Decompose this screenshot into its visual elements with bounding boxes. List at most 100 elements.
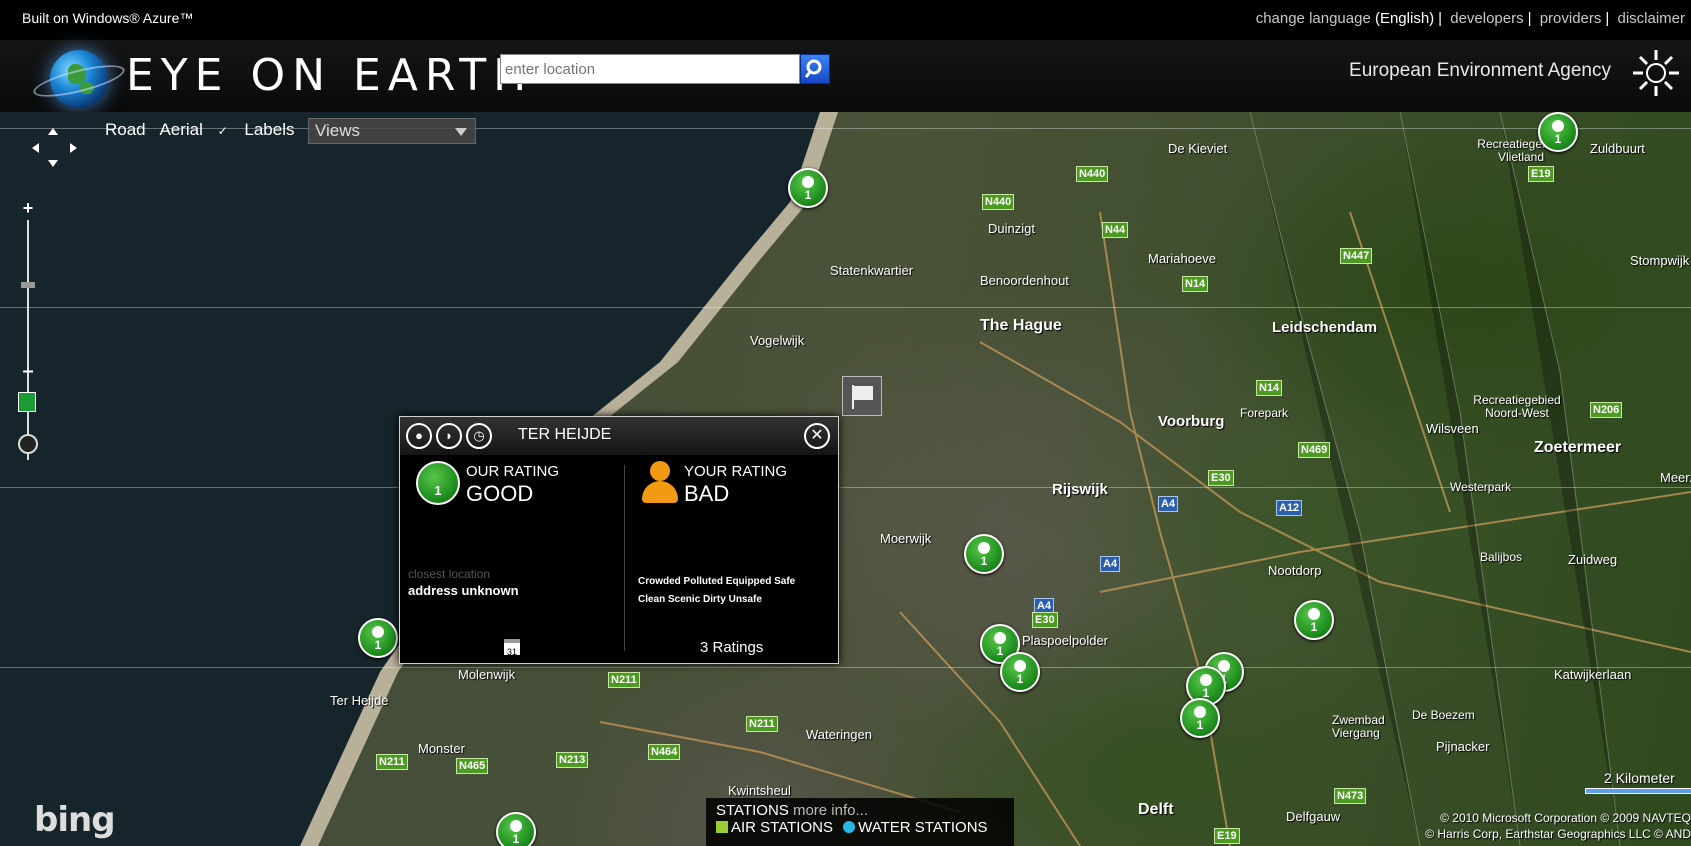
location-search-input[interactable] bbox=[501, 55, 769, 83]
clock-icon[interactable]: ◷ bbox=[466, 423, 492, 449]
road-label: N465 bbox=[456, 758, 489, 774]
place-label: The Hague bbox=[980, 317, 1062, 334]
built-on-azure: Built on Windows® Azure™ bbox=[22, 10, 194, 26]
road-label: N14 bbox=[1256, 380, 1283, 396]
rating-tags-line[interactable]: Clean Scenic Dirty Unsafe bbox=[638, 591, 834, 609]
globe-logo-icon bbox=[30, 50, 128, 108]
pan-left-icon[interactable] bbox=[32, 143, 39, 153]
labels-toggle-label: Labels bbox=[244, 120, 295, 139]
ratings-count: 3 Ratings bbox=[700, 639, 764, 656]
place-label: Monster bbox=[418, 741, 465, 756]
place-label: Zuidweg bbox=[1568, 552, 1618, 567]
road-label: E19 bbox=[1214, 828, 1240, 844]
top-links: change language (English) | developers | p… bbox=[1255, 10, 1685, 27]
place-label: Pijnacker bbox=[1436, 739, 1490, 754]
road-label: N469 bbox=[1298, 442, 1331, 458]
tab-road[interactable]: Road bbox=[105, 120, 146, 139]
bell-icon[interactable]: ◗ bbox=[436, 423, 462, 449]
water-stations-label[interactable]: WATER STATIONS bbox=[858, 819, 987, 836]
road-label: A4 bbox=[1100, 556, 1121, 572]
bing-logo: bing bbox=[34, 800, 116, 840]
grid-line bbox=[0, 667, 1691, 668]
eea-sun-logo-icon bbox=[1633, 50, 1679, 96]
your-rating-value[interactable]: BAD bbox=[684, 481, 729, 507]
add-marker-flag-icon[interactable] bbox=[18, 392, 36, 412]
copyright-line: © Harris Corp, Earthstar Geographics LLC… bbox=[1425, 827, 1691, 841]
language-value[interactable]: (English) bbox=[1375, 10, 1434, 27]
user-icon[interactable]: ● bbox=[406, 423, 432, 449]
pan-right-icon[interactable] bbox=[70, 143, 77, 153]
place-label: Vogelwijk bbox=[750, 333, 805, 348]
air-stations-label[interactable]: AIR STATIONS bbox=[731, 819, 833, 836]
stations-title: STATIONS bbox=[716, 802, 789, 819]
zoom-in-button[interactable]: + bbox=[20, 199, 36, 217]
top-strip: Built on Windows® Azure™ change language… bbox=[0, 0, 1691, 40]
search-icon bbox=[804, 59, 822, 78]
station-marker-pin[interactable]: 1 bbox=[496, 812, 536, 846]
place-label: Katwijkerlaan bbox=[1554, 667, 1632, 682]
map-canvas[interactable]: De Kieviet Duinzigt Mariahoeve Statenkwa… bbox=[0, 112, 1691, 846]
place-label: Recreatiegebied Noord-West bbox=[1473, 393, 1561, 420]
pan-down-icon[interactable] bbox=[48, 160, 58, 167]
zoom-out-button[interactable]: – bbox=[20, 361, 36, 381]
pan-up-icon[interactable] bbox=[48, 128, 58, 135]
map-copyright: © 2010 Microsoft Corporation © 2009 NAVT… bbox=[1425, 810, 1691, 842]
tab-aerial[interactable]: Aerial bbox=[159, 120, 202, 139]
person-icon bbox=[640, 461, 680, 505]
disclaimer-link[interactable]: disclaimer bbox=[1617, 10, 1685, 27]
road-label: N211 bbox=[746, 716, 778, 732]
place-label: Moerwijk bbox=[880, 531, 932, 546]
road-label: N473 bbox=[1334, 788, 1367, 804]
rating-tags[interactable]: Crowded Polluted Equipped Safe Clean Sce… bbox=[638, 573, 834, 609]
place-label: Forepark bbox=[1240, 406, 1289, 420]
labels-toggle[interactable]: ✓ Labels bbox=[218, 120, 305, 139]
closest-location-value: address unknown bbox=[408, 583, 519, 598]
place-label: Westerpark bbox=[1450, 480, 1512, 494]
stations-more-info-link[interactable]: more info... bbox=[793, 802, 868, 819]
stations-legend: STATIONS more info... AIR STATIONS WATER… bbox=[706, 798, 1014, 846]
road-label: E19 bbox=[1528, 166, 1554, 182]
place-label: Kwintsheul bbox=[728, 783, 791, 798]
place-label: Wateringen bbox=[806, 727, 872, 742]
close-icon[interactable]: ✕ bbox=[804, 423, 830, 449]
station-marker-pin[interactable]: 1 bbox=[1294, 600, 1334, 640]
popup-titlebar: ● ◗ ◷ TER HEIJDE ✕ bbox=[400, 417, 838, 455]
chevron-down-icon bbox=[455, 128, 467, 136]
place-label: Plaspoelpolder bbox=[1022, 633, 1109, 648]
copyright-line: © 2010 Microsoft Corporation © 2009 NAVT… bbox=[1440, 811, 1691, 825]
rating-tags-line[interactable]: Crowded Polluted Equipped Safe bbox=[638, 573, 834, 591]
pan-control[interactable] bbox=[26, 120, 82, 176]
map-style-tabs: Road Aerial ✓ Labels bbox=[105, 120, 314, 140]
grid-line bbox=[0, 487, 1691, 488]
trash-icon[interactable] bbox=[18, 434, 38, 454]
zoom-slider-track[interactable] bbox=[27, 220, 29, 460]
road-label: N440 bbox=[982, 194, 1015, 210]
station-marker-pin[interactable]: 1 bbox=[1000, 652, 1040, 692]
station-marker-pin[interactable]: 1 bbox=[788, 168, 828, 208]
road-label: N211 bbox=[608, 672, 640, 688]
closest-location-label: closest location bbox=[408, 567, 491, 581]
place-label: Delft bbox=[1138, 801, 1174, 818]
station-marker-pin[interactable]: 1 bbox=[1538, 112, 1578, 152]
change-language-link[interactable]: change language bbox=[1256, 10, 1371, 27]
header: EYE ON EARTH European Environment Agency bbox=[0, 40, 1691, 112]
checkbox-icon[interactable]: ✓ bbox=[218, 125, 230, 137]
views-dropdown[interactable]: Views bbox=[308, 118, 476, 144]
place-label: Rijswijk bbox=[1052, 481, 1108, 498]
calendar-icon[interactable]: 31 bbox=[504, 639, 520, 657]
beach-flag-marker-icon[interactable] bbox=[842, 376, 882, 416]
providers-link[interactable]: providers bbox=[1540, 10, 1602, 27]
road-label: E30 bbox=[1208, 470, 1234, 486]
zoom-slider-thumb[interactable] bbox=[21, 282, 35, 288]
station-marker-pin[interactable]: 1 bbox=[358, 618, 398, 658]
air-station-swatch-icon bbox=[716, 821, 728, 833]
station-marker-pin[interactable]: 1 bbox=[964, 534, 1004, 574]
developers-link[interactable]: developers bbox=[1450, 10, 1523, 27]
station-marker-pin[interactable]: 1 bbox=[1180, 698, 1220, 738]
place-label: Statenkwartier bbox=[830, 263, 914, 278]
place-label: De Boezem bbox=[1412, 708, 1475, 722]
place-label: Zwembad Viergang bbox=[1332, 713, 1385, 740]
place-label: Balijbos bbox=[1480, 550, 1523, 564]
search-button[interactable] bbox=[800, 54, 830, 84]
views-dropdown-value: Views bbox=[315, 121, 361, 140]
